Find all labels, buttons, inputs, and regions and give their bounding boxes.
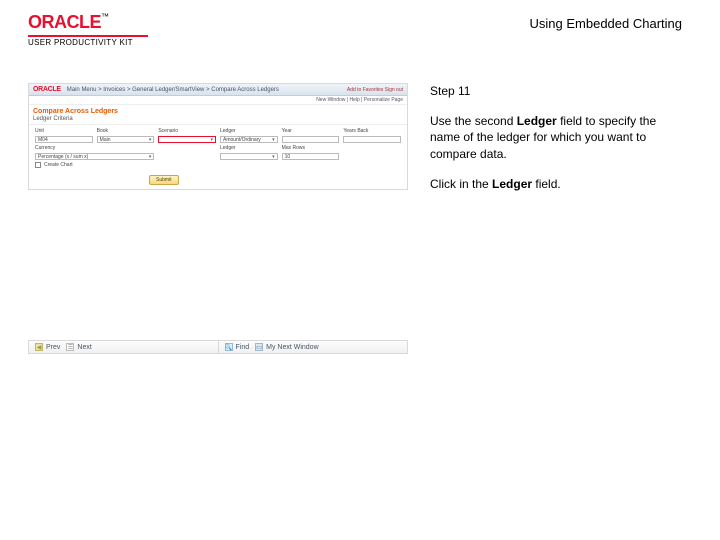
app-subbar: New Window | Help | Personalize Page <box>29 96 407 105</box>
breadcrumb: Main Menu > Invoices > General Ledger/Sm… <box>67 87 279 93</box>
oracle-logo: ORACLE™ <box>28 12 148 33</box>
instruction-1: Use the second Ledger field to specify t… <box>430 113 670 162</box>
instruction-2: Click in the Ledger field. <box>430 176 670 192</box>
user-links: Add to Favorites Sign out <box>347 87 403 93</box>
note-icon: ☰ <box>66 343 74 351</box>
my-window-label: My Next Window <box>266 344 319 351</box>
label-book: Book <box>97 128 155 134</box>
instr2-a: Click in the <box>430 177 492 191</box>
checkbox-icon[interactable] <box>35 162 41 168</box>
unit-value: M04 <box>38 137 48 143</box>
next-button[interactable]: ☰ Next <box>66 343 91 351</box>
page-title: Using Embedded Charting <box>530 16 682 31</box>
label-currency: Currency <box>35 145 93 151</box>
screenshot-column: ORACLE Main Menu > Invoices > General Le… <box>28 83 408 354</box>
prev-button[interactable]: ◀ Prev <box>35 343 60 351</box>
section-title: Compare Across Ledgers <box>29 105 407 116</box>
pager-right: 🔍 Find ▭ My Next Window <box>218 341 408 353</box>
label-empty1 <box>97 145 155 151</box>
window-icon: ▭ <box>255 343 263 351</box>
app-topbar: ORACLE Main Menu > Invoices > General Le… <box>29 84 407 96</box>
app-logo: ORACLE <box>33 86 61 93</box>
create-chart-row[interactable]: Create Chart <box>35 162 401 168</box>
book-value: Main <box>100 137 111 143</box>
label-maxrows: Max Rows <box>282 145 340 151</box>
ledger1-value: Amount/Ordinary <box>223 137 261 143</box>
label-ledger2: Ledger <box>220 145 278 151</box>
scenario-field[interactable] <box>158 136 216 143</box>
currency-value: Percentage (x / sum x) <box>38 154 88 160</box>
step-number: Step 11 <box>430 83 670 99</box>
spacer <box>158 153 216 160</box>
oracle-word: ORACLE <box>28 12 101 32</box>
instr2-b: Ledger <box>492 177 532 191</box>
pager-left: ◀ Prev ☰ Next <box>29 341 218 353</box>
yearsback-field[interactable] <box>343 136 401 143</box>
instruction-column: Step 11 Use the second Ledger field to s… <box>430 83 670 354</box>
label-scenario: Scenario <box>158 128 216 134</box>
ledger-field-1[interactable]: Amount/Ordinary <box>220 136 278 143</box>
create-chart-label: Create Chart <box>44 162 73 168</box>
find-button[interactable]: 🔍 Find <box>225 343 250 351</box>
unit-field[interactable]: M04 <box>35 136 93 143</box>
submit-button[interactable]: Submit <box>149 175 179 185</box>
arrow-left-icon: ◀ <box>35 343 43 351</box>
logo-divider <box>28 35 148 37</box>
find-label: Find <box>236 344 250 351</box>
spacer2 <box>343 153 401 160</box>
app-screenshot: ORACLE Main Menu > Invoices > General Le… <box>28 83 408 190</box>
instr1-b: Ledger <box>517 114 557 128</box>
label-yearsback: Years Back <box>343 128 401 134</box>
trademark-icon: ™ <box>101 12 109 21</box>
next-label: Next <box>77 344 91 351</box>
label-unit: Unit <box>35 128 93 134</box>
prev-label: Prev <box>46 344 60 351</box>
maxrows-field[interactable]: 10 <box>282 153 340 160</box>
label-ledger: Ledger <box>220 128 278 134</box>
my-window-button[interactable]: ▭ My Next Window <box>255 343 319 351</box>
instr1-a: Use the second <box>430 114 517 128</box>
label-empty3 <box>343 145 401 151</box>
currency-field[interactable]: Percentage (x / sum x) <box>35 153 154 160</box>
book-field[interactable]: Main <box>97 136 155 143</box>
year-field[interactable] <box>282 136 340 143</box>
label-year: Year <box>282 128 340 134</box>
search-icon: 🔍 <box>225 343 233 351</box>
maxrows-value: 10 <box>285 154 291 160</box>
ledger-field-2[interactable] <box>220 153 278 160</box>
brand-block: ORACLE™ USER PRODUCTIVITY KIT <box>28 12 148 47</box>
kit-label: USER PRODUCTIVITY KIT <box>28 38 148 47</box>
criteria-grid: Unit Book Scenario Ledger Year Years Bac… <box>29 125 407 173</box>
section-subtitle: Ledger Criteria <box>29 116 407 125</box>
pager-bar: ◀ Prev ☰ Next 🔍 Find ▭ My Next Window <box>28 340 408 354</box>
label-empty2 <box>158 145 216 151</box>
instr2-c: field. <box>532 177 561 191</box>
